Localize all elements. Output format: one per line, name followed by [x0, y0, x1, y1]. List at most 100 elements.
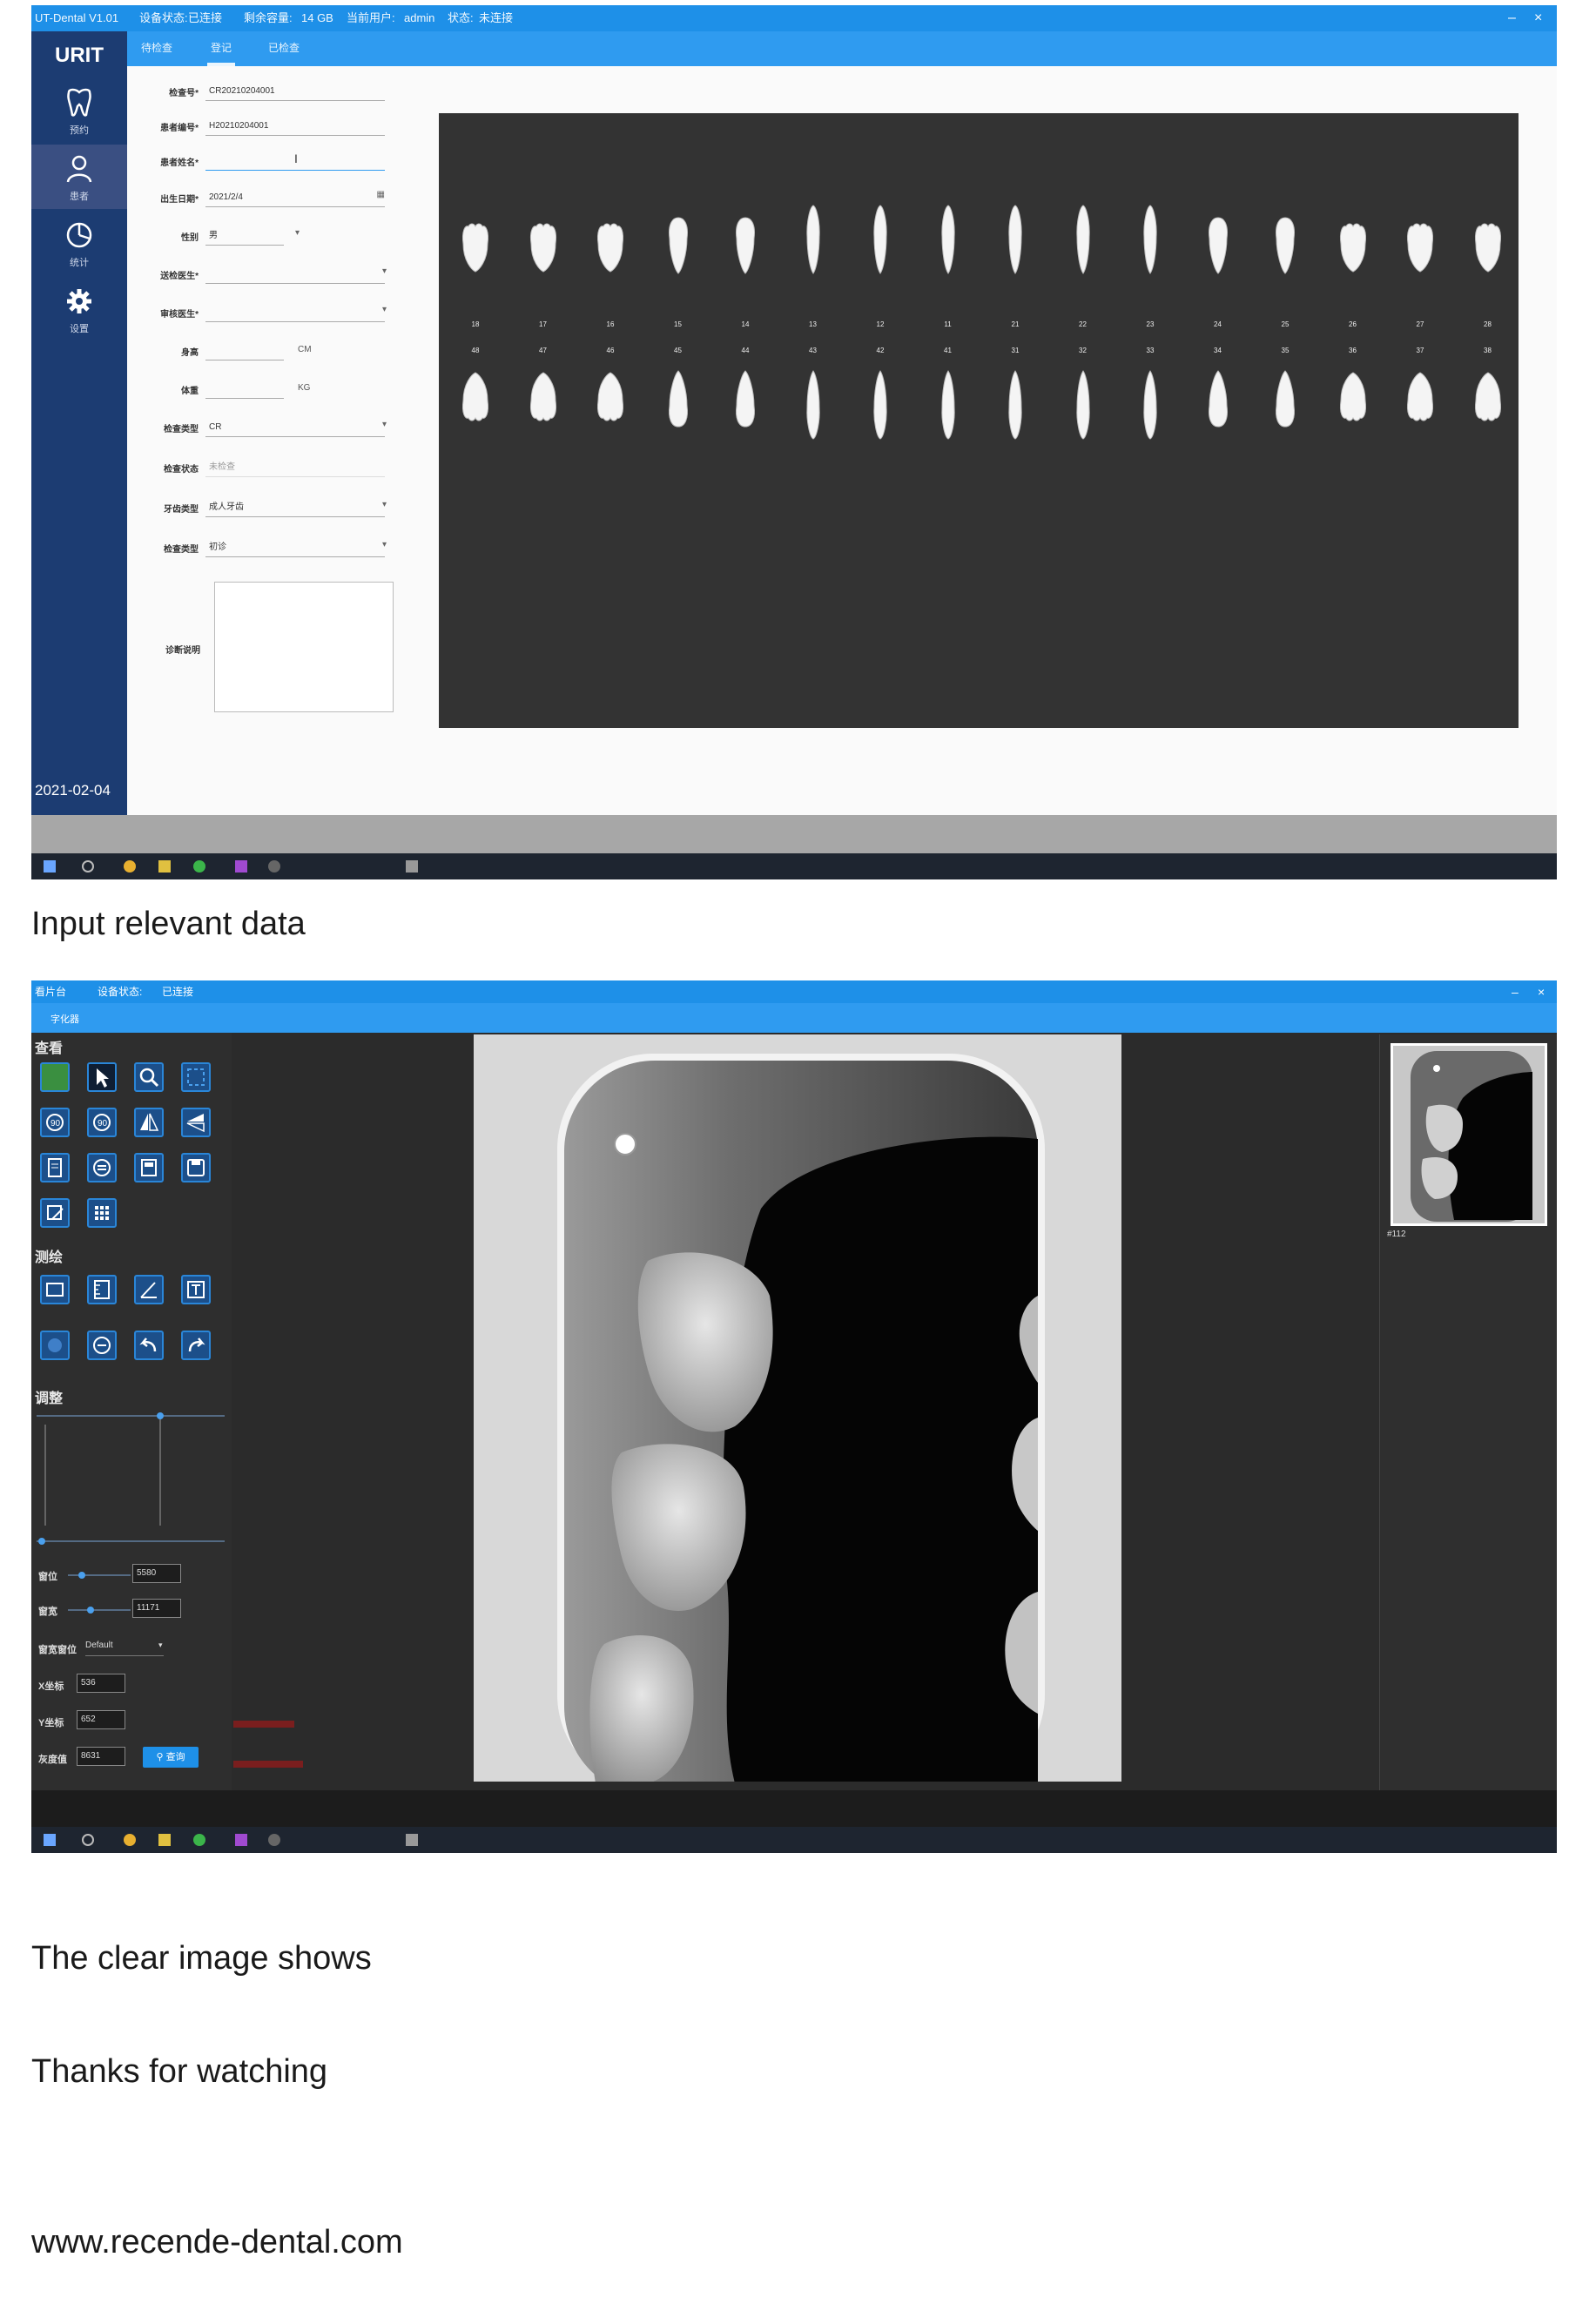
color-tool[interactable] — [40, 1062, 70, 1092]
upper-tooth[interactable] — [526, 200, 561, 283]
lower-tooth[interactable] — [1471, 366, 1505, 448]
flip-vertical-tool[interactable] — [181, 1108, 211, 1137]
referring-doctor-select[interactable] — [205, 265, 385, 284]
exam-type-select[interactable]: CR — [205, 418, 385, 437]
gray-value-input[interactable]: 8631 — [77, 1747, 125, 1766]
upper-tooth[interactable] — [863, 200, 898, 283]
calendar-icon[interactable]: ▦ — [377, 190, 385, 199]
upper-tooth[interactable] — [1268, 200, 1303, 283]
lower-tooth[interactable] — [796, 366, 831, 448]
upper-tooth[interactable] — [458, 200, 493, 283]
browser-icon[interactable] — [124, 1834, 136, 1846]
save-tool[interactable] — [181, 1153, 211, 1182]
xray-viewer[interactable] — [474, 1034, 1121, 1797]
sidebar-item-patient[interactable]: 患者 — [31, 145, 127, 209]
fit-tool[interactable] — [181, 1062, 211, 1092]
exam-no-field[interactable]: CR20210204001 — [205, 82, 385, 101]
app-icon[interactable] — [235, 1834, 247, 1846]
lower-tooth[interactable] — [1403, 366, 1438, 448]
start-icon[interactable] — [44, 1834, 56, 1846]
angle-tool[interactable] — [134, 1275, 164, 1304]
annotate-tool[interactable] — [40, 1198, 70, 1228]
lower-tooth[interactable] — [998, 366, 1033, 448]
lower-tooth[interactable] — [1133, 366, 1168, 448]
window-level-input[interactable]: 5580 — [132, 1564, 181, 1583]
y-coord-input[interactable]: 652 — [77, 1710, 125, 1729]
diagnosis-notes-textarea[interactable] — [214, 582, 394, 712]
tooth-view-tool[interactable] — [87, 1153, 117, 1182]
search-icon[interactable] — [82, 1834, 94, 1846]
rotate-right-tool[interactable]: 90 — [87, 1108, 117, 1137]
lower-tooth[interactable] — [728, 366, 763, 448]
redo-tool[interactable] — [181, 1331, 211, 1360]
tab-pending[interactable]: 待检查 — [141, 40, 172, 57]
window-level-slider[interactable] — [66, 1569, 132, 1581]
tooth-type-select[interactable]: 成人牙齿 — [205, 498, 385, 517]
browser-icon[interactable] — [124, 860, 136, 873]
app-icon[interactable] — [235, 860, 247, 873]
upper-tooth[interactable] — [593, 200, 628, 283]
reviewing-doctor-select[interactable] — [205, 303, 385, 322]
height-field[interactable] — [205, 341, 284, 360]
lower-tooth[interactable] — [661, 366, 696, 448]
start-icon[interactable] — [44, 860, 56, 873]
pointer-tool[interactable] — [87, 1062, 117, 1092]
upper-tooth[interactable] — [1133, 200, 1168, 283]
thumbnail[interactable] — [1391, 1043, 1547, 1226]
lut-select[interactable]: Default — [85, 1641, 164, 1656]
obs-icon[interactable] — [268, 1834, 280, 1846]
rotate-left-tool[interactable]: 90 — [40, 1108, 70, 1137]
lower-tooth[interactable] — [1336, 366, 1370, 448]
tab-digitizer[interactable]: 字化器 — [51, 1012, 79, 1026]
sidebar-item-settings[interactable]: 设置 — [31, 277, 127, 341]
sidebar-item-statistics[interactable]: 统计 — [31, 211, 127, 275]
chat-icon[interactable] — [193, 1834, 205, 1846]
upper-tooth[interactable] — [1066, 200, 1101, 283]
histogram-curve[interactable] — [37, 1412, 230, 1557]
flip-horizontal-tool[interactable] — [134, 1108, 164, 1137]
window-width-input[interactable]: 11171 — [132, 1599, 181, 1618]
obs-icon[interactable] — [268, 860, 280, 873]
window-width-slider[interactable] — [66, 1604, 132, 1616]
undo-tool[interactable] — [134, 1331, 164, 1360]
chat-icon[interactable] — [193, 860, 205, 873]
upper-tooth[interactable] — [661, 200, 696, 283]
sidebar-item-appointment[interactable]: 预约 — [31, 78, 127, 143]
export-tool[interactable] — [134, 1153, 164, 1182]
text-tool[interactable] — [181, 1275, 211, 1304]
upper-tooth[interactable] — [728, 200, 763, 283]
upper-tooth[interactable] — [796, 200, 831, 283]
brightness-tool[interactable] — [40, 1331, 70, 1360]
report-tool[interactable] — [40, 1153, 70, 1182]
tab-done[interactable]: 已检查 — [268, 40, 300, 57]
query-button[interactable]: ⚲ 查询 — [143, 1747, 199, 1768]
lower-tooth[interactable] — [1268, 366, 1303, 448]
close-icon[interactable]: × — [1538, 980, 1545, 1003]
sex-select[interactable]: 男 — [205, 226, 284, 246]
lower-tooth[interactable] — [931, 366, 966, 448]
birth-date-field[interactable]: 2021/2/4 — [205, 188, 385, 207]
upper-tooth[interactable] — [998, 200, 1033, 283]
exam-kind-select[interactable]: 初诊 — [205, 538, 385, 557]
upper-tooth[interactable] — [1403, 200, 1438, 283]
tooth-app-icon[interactable] — [406, 1834, 418, 1846]
close-icon[interactable]: × — [1534, 5, 1542, 31]
ruler-tool[interactable] — [87, 1275, 117, 1304]
upper-tooth[interactable] — [931, 200, 966, 283]
lower-tooth[interactable] — [1201, 366, 1236, 448]
lower-tooth[interactable] — [458, 366, 493, 448]
x-coord-input[interactable]: 536 — [77, 1674, 125, 1693]
rect-measure-tool[interactable] — [40, 1275, 70, 1304]
upper-tooth[interactable] — [1201, 200, 1236, 283]
upper-tooth[interactable] — [1336, 200, 1370, 283]
lower-tooth[interactable] — [1066, 366, 1101, 448]
upper-tooth[interactable] — [1471, 200, 1505, 283]
grid-tool[interactable] — [87, 1198, 117, 1228]
tab-register[interactable]: 登记 — [206, 40, 236, 66]
weight-field[interactable] — [205, 380, 284, 399]
patient-id-field[interactable]: H20210204001 — [205, 117, 385, 136]
lower-tooth[interactable] — [526, 366, 561, 448]
zoom-tool[interactable] — [134, 1062, 164, 1092]
lower-tooth[interactable] — [593, 366, 628, 448]
folder-icon[interactable] — [158, 1834, 171, 1846]
